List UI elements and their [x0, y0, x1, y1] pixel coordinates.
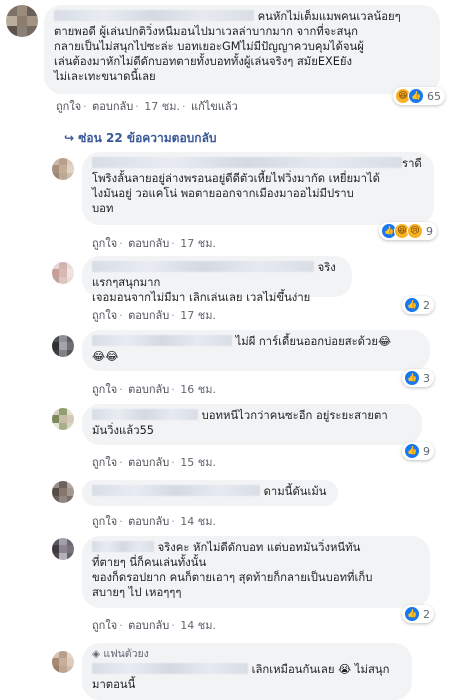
reply-text-line: จริงคะ หักไม่ดีดักบอท แต่บอทมันวิ่งหนีทั…: [157, 541, 361, 554]
sad-icon: 😢: [407, 223, 423, 239]
reply-text-line: โพริงลั้นลายอยู่ล่างพรอนอยู่ดีดีตัวเหี้ย…: [92, 172, 380, 185]
reply-text-line: ของก็ดรอปยาก คนก็ตายเอาๆ สุดท้ายก็กลายเป…: [92, 571, 373, 584]
reaction-summary[interactable]: 👍 2: [402, 605, 434, 623]
author-name-blurred[interactable]: [92, 409, 198, 420]
reply-arrow-icon: ↪: [64, 131, 75, 145]
comment-bubble: คนหักไม่เต็มแมพคนเวลน้อยๆ ตายพอดี ผู้เล่…: [44, 5, 440, 94]
reaction-count: 2: [423, 298, 430, 312]
timestamp[interactable]: 17 ชม.: [180, 237, 216, 250]
comment-text-line: คนหักไม่เต็มแมพคนเวลน้อยๆ: [257, 10, 401, 23]
reaction-count: 65: [427, 89, 441, 103]
reply-link[interactable]: ตอบกลับ: [128, 619, 169, 632]
avatar[interactable]: [52, 538, 74, 560]
avatar[interactable]: [52, 335, 74, 357]
reply-bubble: ไม่ผี การ์เดี้ยนออกบ่อยสะด้วย😂 😂😂: [82, 330, 430, 371]
like-link[interactable]: ถูกใจ: [92, 383, 117, 396]
timestamp[interactable]: 15 ชม.: [180, 456, 216, 469]
reply-link[interactable]: ตอบกลับ: [92, 100, 133, 113]
author-name-blurred[interactable]: [92, 157, 402, 168]
reply-bubble: บอทหนีไวกว่าคนซะอีก อยู่ระยะสายตา มันวิ่…: [82, 404, 422, 445]
reply-text-line: ดามนี้ดันเม้น: [263, 485, 327, 498]
like-icon: 👍: [404, 297, 420, 313]
reply-actions: ถูกใจ · ตอบกลับ · 17 ชม.: [92, 309, 216, 322]
like-icon: 👍: [404, 606, 420, 622]
reply-bubble: ◈ แฟนตัวยง เลิกเหมือนกันเลย 😭 ไม่สนุก มา…: [82, 643, 412, 700]
diamond-icon: ◈: [92, 648, 101, 660]
reply-link[interactable]: ตอบกลับ: [128, 515, 169, 528]
reply-text-line: ไม่ผี การ์เดี้ยนออกบ่อยสะด้วย😂: [235, 335, 392, 348]
reaction-count: 3: [423, 371, 430, 385]
hide-replies-link[interactable]: ↪ ซ่อน 22 ข้อความตอบกลับ: [64, 129, 217, 148]
author-name-blurred[interactable]: [54, 10, 254, 21]
reply-link[interactable]: ตอบกลับ: [128, 237, 169, 250]
author-name-blurred[interactable]: [92, 485, 260, 496]
reaction-count: 9: [423, 444, 430, 458]
timestamp[interactable]: 14 ชม.: [180, 515, 216, 528]
reply-bubble: ดามนี้ดันเม้น: [82, 480, 338, 506]
comment-text-line: ไม่เละเทะขนาดนี้เลย: [54, 70, 156, 83]
avatar[interactable]: [52, 408, 74, 430]
avatar[interactable]: [52, 481, 74, 503]
reply-actions: ถูกใจ · ตอบกลับ · 16 ชม.: [92, 383, 216, 396]
reply-text-line: บอท: [92, 202, 114, 215]
edited-label[interactable]: แก้ไขแล้ว: [191, 100, 238, 113]
reply-bubble: จริงคะ หักไม่ดีดักบอท แต่บอทมันวิ่งหนีทั…: [82, 536, 430, 608]
reply-text-line: ที่ตายๆ นี่ก็คนเล่นทั้งนั้น: [92, 556, 207, 569]
reply-text-line: มาตอนนี้: [92, 678, 136, 691]
reaction-summary[interactable]: 👍 3: [402, 369, 434, 387]
like-link[interactable]: ถูกใจ: [92, 515, 117, 528]
author-name-blurred[interactable]: [92, 663, 248, 674]
timestamp[interactable]: 17 ชม.: [144, 100, 180, 113]
reply-actions: ถูกใจ · ตอบกลับ · 15 ชม.: [92, 456, 216, 469]
comment-actions: ถูกใจ · ตอบกลับ · 17 ชม. · แก้ไขแล้ว: [56, 100, 238, 113]
reply-link[interactable]: ตอบกลับ: [128, 309, 169, 322]
timestamp[interactable]: 14 ชม.: [180, 619, 216, 632]
avatar[interactable]: [52, 158, 74, 180]
comment-text-line: กลายเป็นไม่สนุกไปซะล่ะ บอทเยอะGMไม่มีปัญ…: [54, 40, 364, 53]
timestamp[interactable]: 17 ชม.: [180, 309, 216, 322]
reaction-summary[interactable]: 👍 😆 😢 9: [379, 222, 437, 240]
reaction-summary[interactable]: 👍 2: [402, 296, 434, 314]
author-name-blurred[interactable]: [92, 335, 232, 346]
like-link[interactable]: ถูกใจ: [92, 619, 117, 632]
reaction-summary[interactable]: 👍 9: [402, 442, 434, 460]
reply-actions: ถูกใจ · ตอบกลับ · 17 ชม.: [92, 237, 216, 250]
reply-text-line: ไงมันอยู่ วอแคโน่ พอตายออกจากเมืองมาออไม…: [92, 187, 354, 200]
like-icon: 👍: [408, 88, 424, 104]
like-link[interactable]: ถูกใจ: [92, 237, 117, 250]
reply-link[interactable]: ตอบกลับ: [128, 383, 169, 396]
comment-text-line: เล่นต้องมาหักไม่ดีดักบอทตายทั้งบอททั้งผู…: [54, 55, 352, 68]
author-name-blurred[interactable]: [92, 541, 154, 552]
author-name-blurred[interactable]: [92, 261, 314, 272]
reply-link[interactable]: ตอบกลับ: [128, 456, 169, 469]
timestamp[interactable]: 16 ชม.: [180, 383, 216, 396]
reply-text-line: ราดี: [402, 157, 422, 170]
reply-text-line: เลิกเหมือนกันเลย 😭 ไม่สนุก: [251, 663, 390, 676]
like-icon: 👍: [404, 443, 420, 459]
reply-text-line: เจอมอนจากไม่มีมา เลิกเล่นเลย เวลไม่ขึ้นง…: [92, 291, 311, 304]
comment-text-line: ตายพอดี ผู้เล่นปกติวิ่งหนีมอนไปมาเวลล่าบ…: [54, 25, 358, 38]
reaction-count: 2: [423, 607, 430, 621]
reply-actions: ถูกใจ · ตอบกลับ · 14 ชม.: [92, 515, 216, 528]
like-link[interactable]: ถูกใจ: [56, 100, 81, 113]
like-icon: 👍: [404, 370, 420, 386]
reply-text-line: มันวิ่งแล้ว55: [92, 424, 154, 437]
avatar[interactable]: [52, 262, 74, 284]
avatar[interactable]: [52, 651, 74, 673]
reply-text-line: 😂😂: [92, 350, 119, 363]
top-fan-badge: ◈ แฟนตัวยง: [92, 648, 149, 660]
reply-bubble: จริง แรกๆสนุกมาก เจอมอนจากไม่มีมา เลิกเล…: [82, 256, 352, 304]
reaction-summary[interactable]: 😆 👍 65: [393, 87, 445, 105]
reaction-count: 9: [426, 224, 433, 238]
reply-actions: ถูกใจ · ตอบกลับ · 14 ชม.: [92, 619, 216, 632]
like-link[interactable]: ถูกใจ: [92, 456, 117, 469]
reply-text-line: สบายๆ ไป เหอๆๆๆ: [92, 586, 182, 599]
avatar[interactable]: [6, 5, 38, 37]
like-link[interactable]: ถูกใจ: [92, 309, 117, 322]
reply-text-line: บอทหนีไวกว่าคนซะอีก อยู่ระยะสายตา: [201, 409, 388, 422]
reply-bubble: ราดี โพริงลั้นลายอยู่ล่างพรอนอยู่ดีดีตัว…: [82, 152, 434, 225]
